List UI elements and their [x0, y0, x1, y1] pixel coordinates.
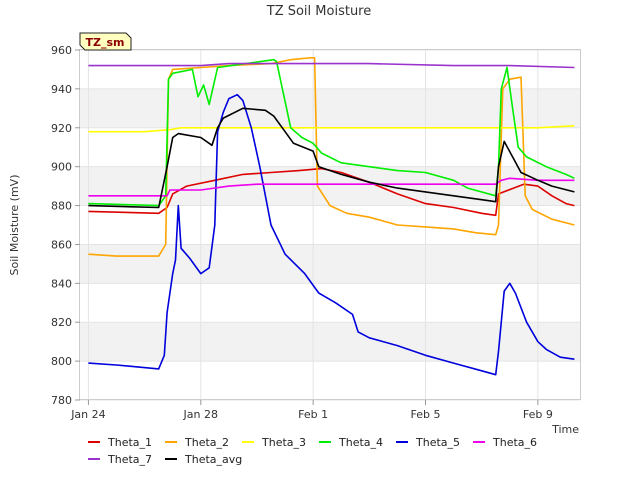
- x-tick-label: Feb 5: [411, 408, 441, 421]
- legend-item-theta-7: Theta_7: [88, 453, 152, 466]
- y-axis-label: Soil Moisture (mV): [8, 175, 21, 276]
- legend-item-theta-4: Theta_4: [319, 436, 383, 449]
- legend-item-theta-avg: Theta_avg: [165, 453, 242, 466]
- site-badge: TZ_sm: [79, 32, 132, 51]
- site-badge-label: TZ_sm: [86, 36, 125, 49]
- legend-label: Theta_avg: [184, 453, 242, 466]
- y-tick-label: 860: [51, 238, 72, 251]
- legend-label: Theta_6: [492, 436, 537, 449]
- x-tick-label: Feb 1: [298, 408, 328, 421]
- y-tick-label: 800: [51, 355, 72, 368]
- legend-item-theta-6: Theta_6: [473, 436, 537, 449]
- grid-band: [80, 322, 580, 362]
- y-tick-label: 880: [51, 200, 72, 213]
- soil-moisture-chart: TZ Soil Moisture 780 800 820 840 860 880 900 92…: [8, 4, 581, 466]
- y-tick-label: 900: [51, 161, 72, 174]
- plot-background-bands: [80, 88, 580, 362]
- x-tick-label: Feb 9: [523, 408, 553, 421]
- series-line-theta-7: [88, 62, 575, 69]
- legend-item-theta-1: Theta_1: [88, 436, 152, 449]
- x-tick-label: Jan 24: [70, 408, 105, 421]
- legend-label: Theta_1: [107, 436, 152, 449]
- legend-label: Theta_2: [184, 436, 229, 449]
- y-tick-label: 940: [51, 83, 72, 96]
- legend-label: Theta_5: [415, 436, 460, 449]
- y-tick-label: 820: [51, 316, 72, 329]
- legend-label: Theta_7: [107, 453, 152, 466]
- x-tick-label: Jan 28: [183, 408, 218, 421]
- legend-item-theta-2: Theta_2: [165, 436, 229, 449]
- y-tick-label: 840: [51, 277, 72, 290]
- y-axis-ticks: 780 800 820 840 860 880 900 920 940 960: [51, 44, 80, 407]
- legend-item-theta-3: Theta_3: [242, 436, 306, 449]
- y-tick-label: 920: [51, 122, 72, 135]
- grid-band: [80, 166, 580, 206]
- y-tick-label: 960: [51, 44, 72, 57]
- y-tick-label: 780: [51, 394, 72, 407]
- legend-item-theta-5: Theta_5: [396, 436, 460, 449]
- x-axis-label: Time: [551, 423, 579, 436]
- grid-band: [80, 88, 580, 128]
- legend: Theta_1 Theta_2 Theta_3 Theta_4 Theta_5 Theta…: [88, 436, 537, 466]
- chart-title: TZ Soil Moisture: [266, 4, 372, 19]
- legend-label: Theta_3: [261, 436, 306, 449]
- grid-band: [80, 244, 580, 284]
- legend-label: Theta_4: [338, 436, 383, 449]
- x-axis-ticks: Jan 24 Jan 28 Feb 1 Feb 5 Feb 9: [70, 400, 553, 421]
